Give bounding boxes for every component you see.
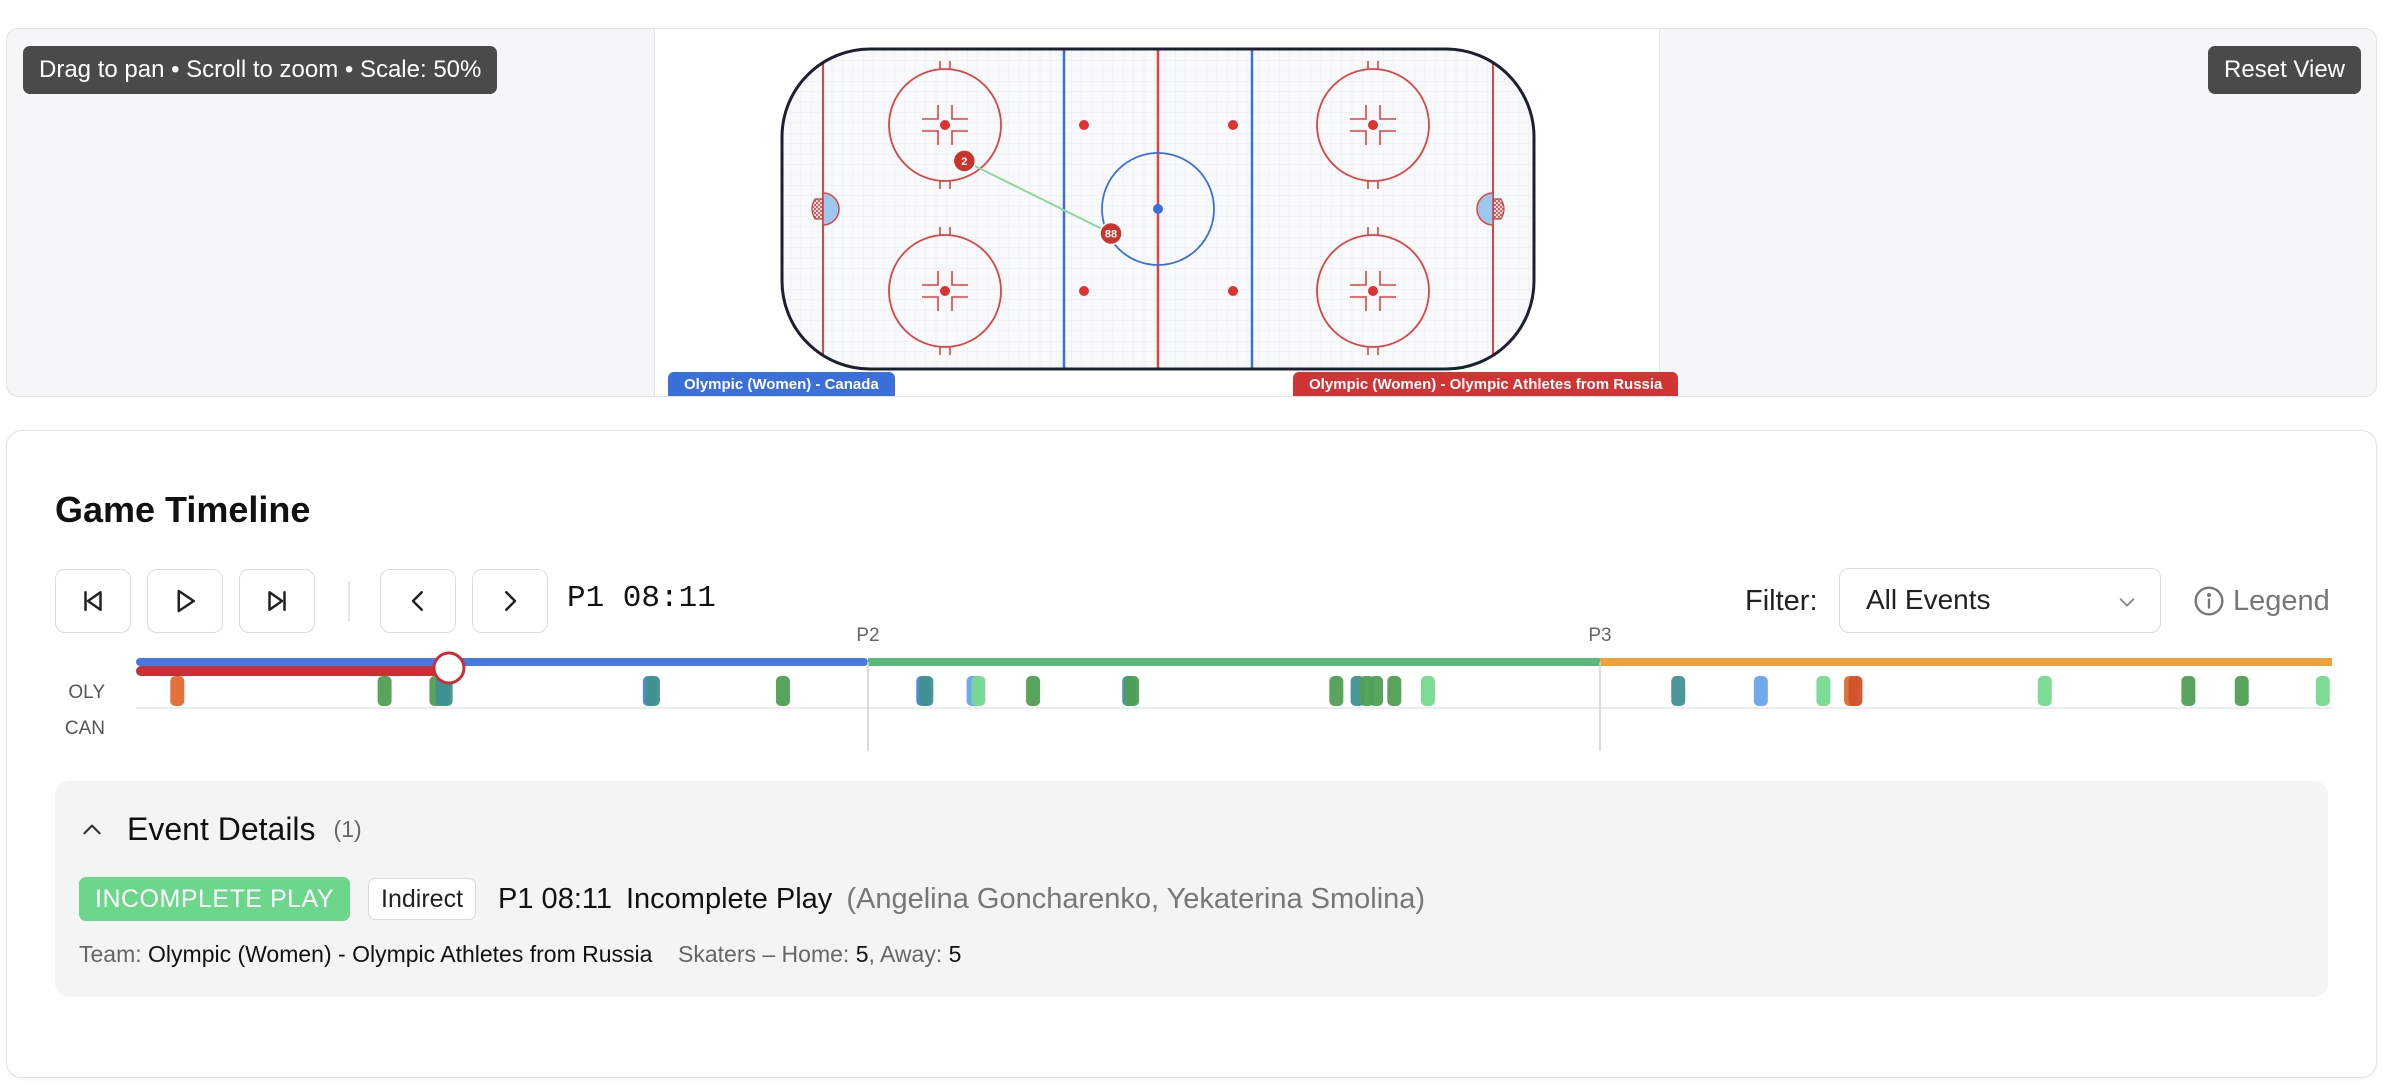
player-marker-2[interactable]: 2 [952, 149, 977, 173]
timeline-track[interactable]: P2 P3 OLY CAN [7, 621, 2378, 751]
event-marker[interactable] [1026, 676, 1041, 706]
rink-panel[interactable]: 2 88 Drag to pan • Scroll to zoom • Scale… [6, 28, 2377, 397]
skip-back-icon [84, 591, 102, 611]
event-team-row: Team: Olympic (Women) - Olympic Athletes… [79, 941, 961, 968]
team-label: Team: [79, 941, 142, 967]
center-faceoff-dot [1153, 204, 1163, 214]
event-details-panel: Event Details (1) INCOMPLETE PLAY Indire… [55, 781, 2328, 997]
event-marker[interactable] [2315, 676, 2330, 706]
team-name: Olympic (Women) - Olympic Athletes from … [148, 941, 653, 967]
event-marker[interactable] [645, 676, 660, 706]
left-goal-net [811, 198, 824, 220]
period-label-P3: P3 [1588, 625, 1611, 646]
period-bar-1 [136, 658, 868, 666]
pan-zoom-hint: Drag to pan • Scroll to zoom • Scale: 50… [23, 46, 498, 94]
pass-type-badge: Indirect [368, 878, 477, 920]
event-marker[interactable] [1329, 676, 1344, 706]
faceoff-dot [1368, 120, 1378, 130]
chevron-down-icon [2119, 598, 2135, 607]
neutral-zone-dot [1228, 286, 1238, 296]
event-marker[interactable] [1816, 676, 1831, 706]
event-marker[interactable] [377, 676, 392, 706]
period-bar-3 [1600, 658, 2332, 666]
skip-forward-icon [268, 591, 286, 611]
legend-label: Legend [2233, 584, 2330, 617]
chevron-up-icon [83, 824, 101, 834]
right-goal-net [1492, 198, 1505, 220]
player-number: 2 [961, 156, 967, 168]
event-marker[interactable] [1387, 676, 1402, 706]
event-marker[interactable] [1125, 676, 1140, 706]
game-clock: P1 08:11 [567, 581, 716, 616]
event-marker[interactable] [2234, 676, 2249, 706]
event-details-toggle[interactable]: Event Details (1) [79, 811, 362, 848]
event-marker[interactable] [2181, 676, 2196, 706]
event-details-count: (1) [333, 816, 362, 842]
faceoff-dot [940, 286, 950, 296]
timeline-title: Game Timeline [55, 489, 311, 530]
reset-view-button[interactable]: Reset View [2208, 46, 2361, 94]
skaters-home-count: 5 [855, 941, 869, 967]
event-marker[interactable] [1671, 676, 1686, 706]
event-marker[interactable] [2037, 676, 2052, 706]
filter-label: Filter: [1745, 585, 1818, 617]
controls-divider [348, 581, 350, 621]
faceoff-dot [940, 120, 950, 130]
rink-diagram[interactable]: 2 88 [655, 29, 1661, 397]
player-number: 88 [1105, 228, 1117, 240]
event-marker[interactable] [775, 676, 790, 706]
skaters-away-count: 5 [948, 941, 962, 967]
legend-button[interactable]: Legend [2193, 581, 2330, 621]
event-marker[interactable] [971, 676, 986, 706]
period-label-P2: P2 [856, 625, 879, 646]
play-icon [177, 589, 195, 613]
row-label-oly: OLY [68, 682, 105, 703]
row-label-can: CAN [65, 718, 105, 739]
skaters-home-label: Skaters – Home: [678, 941, 850, 967]
event-marker[interactable] [170, 676, 185, 706]
info-icon [2194, 586, 2224, 616]
neutral-zone-dot [1228, 120, 1238, 130]
event-details-title: Event Details [127, 811, 316, 847]
skaters-away-label: , Away: [868, 941, 943, 967]
away-team-tag: Olympic (Women) - Olympic Athletes from … [1293, 372, 1679, 396]
rink-canvas[interactable]: 2 88 [654, 29, 1661, 397]
event-players: (Angelina Goncharenko, Yekaterina Smolin… [846, 882, 1426, 915]
event-marker[interactable] [1753, 676, 1768, 706]
event-marker[interactable] [1369, 676, 1384, 706]
event-marker[interactable] [919, 676, 934, 706]
faceoff-dot [1368, 286, 1378, 296]
home-team-tag: Olympic (Women) - Canada [668, 372, 895, 396]
neutral-zone-dot [1079, 286, 1089, 296]
scrubber-handle[interactable] [432, 651, 466, 685]
event-type-badge: INCOMPLETE PLAY [79, 877, 351, 921]
chevron-right-icon [505, 591, 517, 611]
game-timeline-card: Game Timeline P1 08:11 Filter: All Event… [6, 430, 2377, 1078]
chevron-left-icon [411, 591, 423, 611]
event-marker[interactable] [1848, 676, 1863, 706]
neutral-zone-dot [1079, 120, 1089, 130]
event-marker[interactable] [1420, 676, 1435, 706]
progress-fill [136, 666, 449, 676]
period-bar-2 [868, 658, 1600, 666]
filter-selected-value: All Events [1866, 584, 1991, 615]
event-summary-row[interactable]: INCOMPLETE PLAY Indirect P1 08:11 Incomp… [79, 877, 1425, 921]
player-marker-88[interactable]: 88 [1099, 221, 1123, 246]
event-time: P1 08:11 [498, 882, 612, 915]
event-name: Incomplete Play [625, 882, 833, 915]
